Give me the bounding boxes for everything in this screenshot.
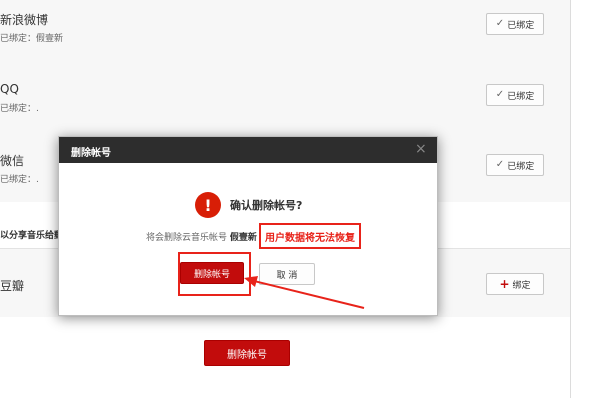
arrow-shaft [249,279,365,309]
dialog-layer: 删除帐号 × ! 确认删除帐号? 将会删除云音乐帐号 假壹新 用户数据将无法恢复… [0,0,600,398]
arrow-head [244,276,258,287]
annotation-arrow [244,276,365,309]
